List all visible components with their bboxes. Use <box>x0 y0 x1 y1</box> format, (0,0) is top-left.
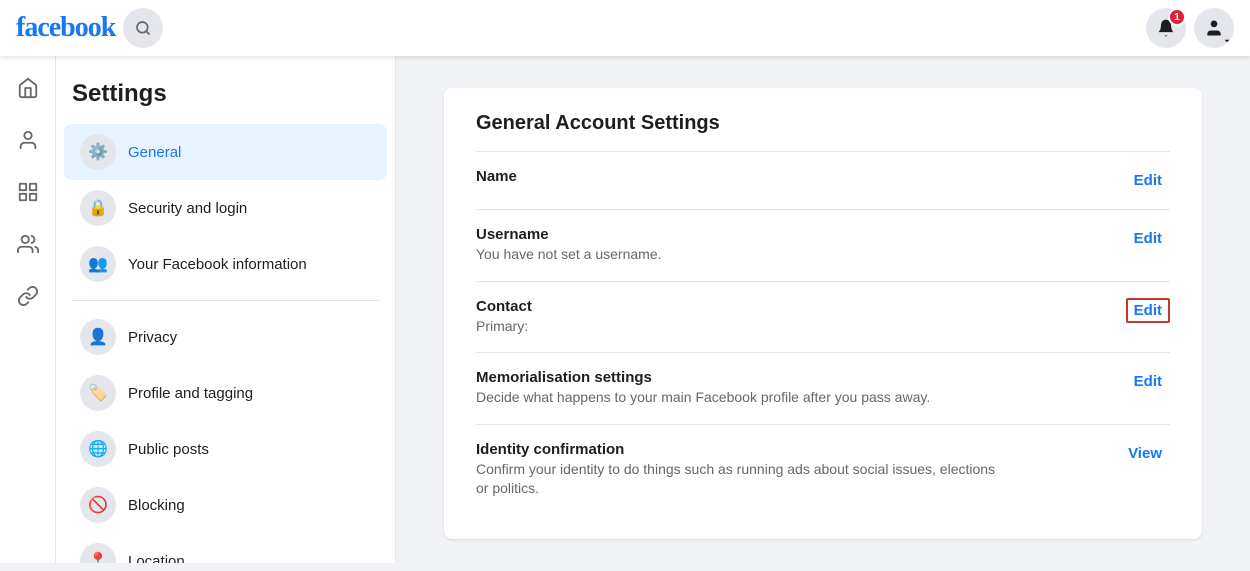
nav-friends-button[interactable] <box>4 220 52 268</box>
profile-button[interactable] <box>1194 8 1234 48</box>
sidebar-divider-1 <box>72 300 379 301</box>
location-icon: 📍 <box>80 543 116 563</box>
sidebar-item-profile-tagging[interactable]: 🏷️ Profile and tagging <box>64 365 387 421</box>
page-wrapper: Settings ⚙️ General 🔒 Security and login… <box>0 56 1250 571</box>
row-username-label: Username <box>476 226 1102 243</box>
sidebar-item-location[interactable]: 📍 Location <box>64 533 387 563</box>
facebook-logo: facebook <box>16 12 115 44</box>
row-identity-action: View <box>1120 441 1170 466</box>
settings-row-contact: Contact Primary: Edit <box>476 281 1170 353</box>
user-icon <box>17 129 39 151</box>
card-title: General Account Settings <box>476 112 1170 135</box>
name-edit-button[interactable]: Edit <box>1126 168 1170 193</box>
sidebar-item-fb-info[interactable]: 👥 Your Facebook information <box>64 236 387 292</box>
fb-info-icon: 👥 <box>80 246 116 282</box>
row-contact-label: Contact <box>476 298 1102 315</box>
sidebar-item-security[interactable]: 🔒 Security and login <box>64 180 387 236</box>
row-identity-value: Confirm your identity to do things such … <box>476 460 996 499</box>
sidebar-title: Settings <box>56 72 395 124</box>
friends-icon <box>17 233 39 255</box>
settings-row-name: Name Edit <box>476 151 1170 209</box>
row-username-left: Username You have not set a username. <box>476 226 1102 265</box>
row-username-value: You have not set a username. <box>476 245 996 265</box>
row-identity-left: Identity confirmation Confirm your ident… <box>476 441 1096 499</box>
search-button[interactable] <box>123 8 163 48</box>
sidebar: Settings ⚙️ General 🔒 Security and login… <box>56 56 396 563</box>
username-edit-button[interactable]: Edit <box>1126 226 1170 251</box>
row-name-action: Edit <box>1126 168 1170 193</box>
row-username-action: Edit <box>1126 226 1170 251</box>
icon-nav <box>0 56 56 563</box>
settings-row-identity: Identity confirmation Confirm your ident… <box>476 424 1170 515</box>
row-name-left: Name <box>476 168 1102 187</box>
sidebar-item-public-posts[interactable]: 🌐 Public posts <box>64 421 387 477</box>
profile-icon <box>1204 18 1224 38</box>
notification-badge: 1 <box>1168 8 1186 26</box>
blocking-icon: 🚫 <box>80 487 116 523</box>
mem-edit-button[interactable]: Edit <box>1126 369 1170 394</box>
row-mem-left: Memorialisation settings Decide what hap… <box>476 369 1102 408</box>
search-icon <box>135 20 151 36</box>
chevron-down-icon <box>1222 36 1232 46</box>
main-content: General Account Settings Name Edit Usern… <box>396 56 1250 571</box>
row-contact-left: Contact Primary: <box>476 298 1102 337</box>
nav-home-button[interactable] <box>4 64 52 112</box>
settings-row-username: Username You have not set a username. Ed… <box>476 209 1170 281</box>
row-contact-action: Edit <box>1126 298 1170 323</box>
link-icon <box>17 285 39 307</box>
home-icon <box>17 77 39 99</box>
nav-grid-button[interactable] <box>4 168 52 216</box>
grid-icon <box>17 181 39 203</box>
general-icon: ⚙️ <box>80 134 116 170</box>
profile-tagging-icon: 🏷️ <box>80 375 116 411</box>
row-name-label: Name <box>476 168 1102 185</box>
notification-button[interactable]: 1 <box>1146 8 1186 48</box>
settings-row-memorialisation: Memorialisation settings Decide what hap… <box>476 352 1170 424</box>
topnav-left: facebook <box>16 8 163 48</box>
sidebar-item-privacy[interactable]: 👤 Privacy <box>64 309 387 365</box>
identity-view-button[interactable]: View <box>1120 441 1170 466</box>
row-contact-value: Primary: <box>476 317 996 337</box>
nav-links-button[interactable] <box>4 272 52 320</box>
public-posts-icon: 🌐 <box>80 431 116 467</box>
settings-card: General Account Settings Name Edit Usern… <box>444 88 1202 539</box>
sidebar-item-blocking[interactable]: 🚫 Blocking <box>64 477 387 533</box>
topnav: facebook 1 <box>0 0 1250 56</box>
row-mem-label: Memorialisation settings <box>476 369 1102 386</box>
nav-profile-button[interactable] <box>4 116 52 164</box>
contact-edit-button[interactable]: Edit <box>1126 298 1170 323</box>
privacy-icon: 👤 <box>80 319 116 355</box>
row-mem-value: Decide what happens to your main Faceboo… <box>476 388 996 408</box>
topnav-right: 1 <box>1146 8 1234 48</box>
sidebar-item-general[interactable]: ⚙️ General <box>64 124 387 180</box>
row-mem-action: Edit <box>1126 369 1170 394</box>
row-identity-label: Identity confirmation <box>476 441 1096 458</box>
security-icon: 🔒 <box>80 190 116 226</box>
